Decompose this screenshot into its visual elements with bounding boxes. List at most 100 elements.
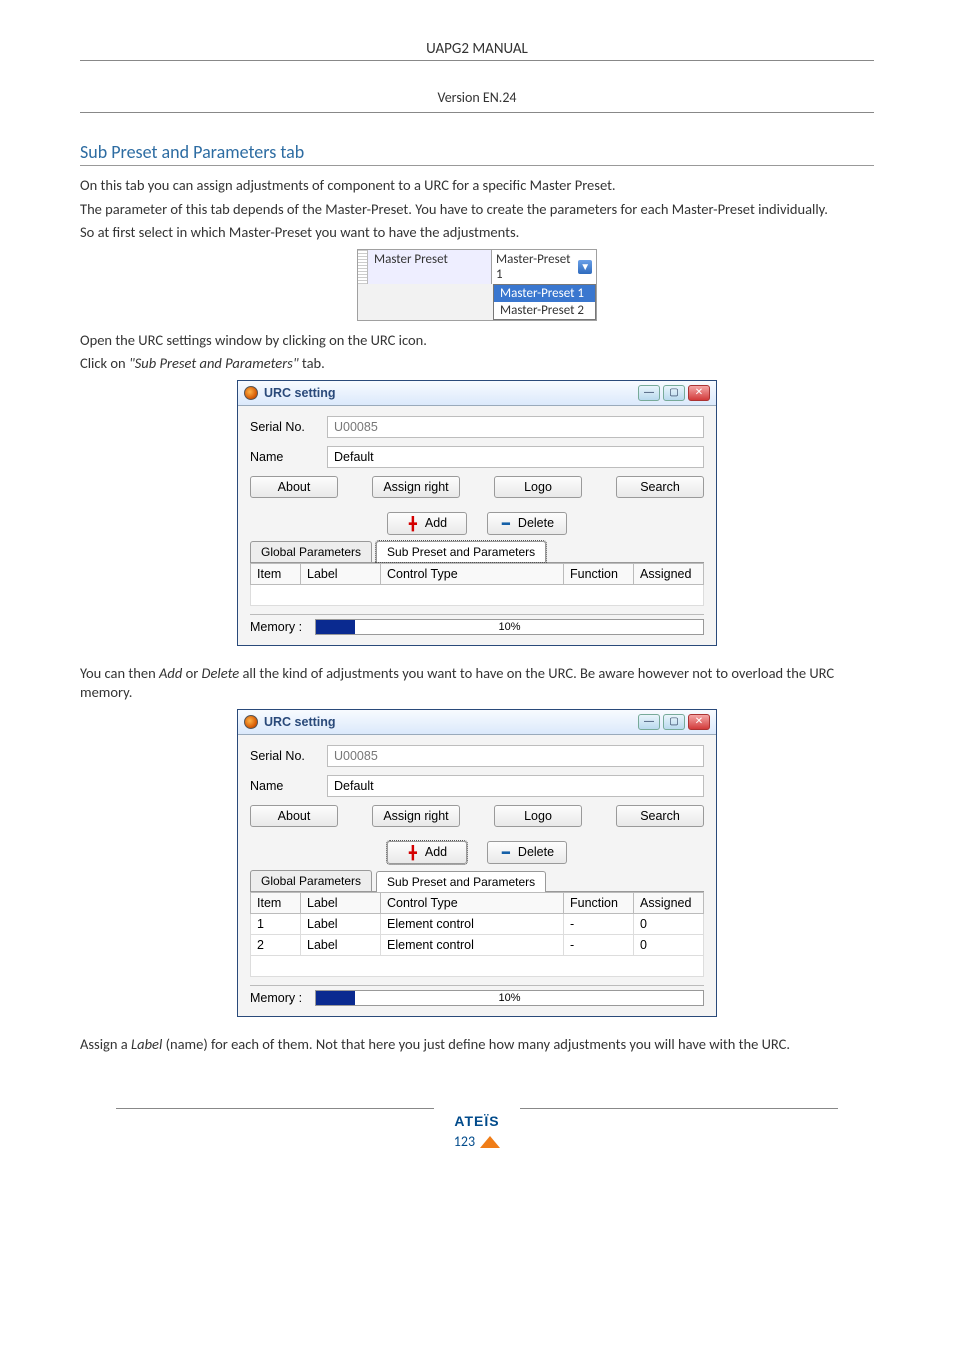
section-heading: Sub Preset and Parameters tab (80, 141, 874, 163)
cell-label[interactable]: Label (301, 934, 381, 955)
minus-icon: ━ (500, 516, 512, 531)
minimize-button[interactable]: — (638, 385, 660, 401)
para-5-mid: or (186, 664, 202, 682)
memory-bar: 10% (315, 619, 704, 635)
app-icon (244, 386, 258, 400)
master-preset-list[interactable]: Master-Preset 1 Master-Preset 2 (493, 284, 596, 320)
para-4b-quote: "Sub Preset and Parameters" (129, 354, 299, 372)
titlebar[interactable]: URC setting — ▢ ✕ (238, 710, 716, 735)
para-5-pre: You can then (80, 664, 159, 682)
para-1: On this tab you can assign adjustments o… (80, 176, 874, 196)
assign-right-button[interactable]: Assign right (372, 805, 460, 827)
col-assigned[interactable]: Assigned (634, 563, 704, 584)
close-button[interactable]: ✕ (688, 385, 710, 401)
name-input[interactable]: Default (327, 446, 704, 468)
para-6: Assign a Label (name) for each of them. … (80, 1035, 874, 1055)
add-button-label: Add (425, 845, 447, 859)
maximize-button[interactable]: ▢ (663, 714, 685, 730)
para-4b-pre: Click on (80, 354, 129, 372)
memory-label: Memory : (250, 620, 315, 634)
serial-input[interactable]: U00085 (327, 416, 704, 438)
chevron-down-icon[interactable]: ▼ (578, 260, 592, 274)
name-input[interactable]: Default (327, 775, 704, 797)
para-6-label: Label (131, 1035, 162, 1053)
header-rule (80, 60, 874, 61)
serial-input[interactable]: U00085 (327, 745, 704, 767)
plus-icon: ╋ (407, 516, 419, 531)
master-preset-option-2[interactable]: Master-Preset 2 (494, 302, 595, 319)
logo-button[interactable]: Logo (494, 805, 582, 827)
table-row (251, 955, 704, 976)
window-title: URC setting (264, 715, 336, 729)
para-5-add: Add (159, 664, 182, 682)
serial-label: Serial No. (250, 420, 315, 434)
col-control-type[interactable]: Control Type (381, 563, 564, 584)
para-6-pre: Assign a (80, 1035, 131, 1053)
table-row (251, 584, 704, 605)
para-5: You can then Add or Delete all the kind … (80, 664, 874, 703)
col-item[interactable]: Item (251, 892, 301, 913)
table-row[interactable]: 2 Label Element control - 0 (251, 934, 704, 955)
header-rule-2 (80, 112, 874, 113)
add-button[interactable]: ╋ Add (387, 841, 467, 864)
minimize-button[interactable]: — (638, 714, 660, 730)
col-item[interactable]: Item (251, 563, 301, 584)
about-button[interactable]: About (250, 476, 338, 498)
urc-settings-window-2: URC setting — ▢ ✕ Serial No. U00085 Name… (237, 709, 717, 1017)
para-6-post: (name) for each of them. Not that here y… (166, 1035, 791, 1053)
master-preset-dropdown[interactable]: Master Preset Master-Preset 1 ▼ Master-P… (357, 249, 597, 321)
name-label: Name (250, 450, 315, 464)
memory-label: Memory : (250, 991, 315, 1005)
delete-button[interactable]: ━ Delete (487, 841, 567, 864)
col-label[interactable]: Label (301, 563, 381, 584)
assign-right-button[interactable]: Assign right (372, 476, 460, 498)
cell-function: - (564, 913, 634, 934)
para-3: So at first select in which Master-Prese… (80, 223, 874, 243)
col-function[interactable]: Function (564, 563, 634, 584)
delete-button[interactable]: ━ Delete (487, 512, 567, 535)
tab-global-parameters[interactable]: Global Parameters (250, 870, 372, 891)
name-label: Name (250, 779, 315, 793)
master-preset-option-1[interactable]: Master-Preset 1 (494, 285, 595, 302)
search-button[interactable]: Search (616, 476, 704, 498)
cell-control[interactable]: Element control (381, 934, 564, 955)
close-button[interactable]: ✕ (688, 714, 710, 730)
add-button[interactable]: ╋ Add (387, 512, 467, 535)
maximize-button[interactable]: ▢ (663, 385, 685, 401)
about-button[interactable]: About (250, 805, 338, 827)
section-rule (80, 165, 874, 166)
parameters-table: Item Label Control Type Function Assigne… (250, 892, 704, 977)
memory-bar: 10% (315, 990, 704, 1006)
para-5-del: Delete (202, 664, 240, 682)
cell-item: 2 (251, 934, 301, 955)
cell-assigned: 0 (634, 934, 704, 955)
cell-function: - (564, 934, 634, 955)
titlebar[interactable]: URC setting — ▢ ✕ (238, 381, 716, 406)
col-label[interactable]: Label (301, 892, 381, 913)
col-assigned[interactable]: Assigned (634, 892, 704, 913)
col-function[interactable]: Function (564, 892, 634, 913)
col-control-type[interactable]: Control Type (381, 892, 564, 913)
master-preset-value[interactable]: Master-Preset 1 ▼ (491, 250, 596, 284)
footer-brand: ATEÏS (80, 1113, 874, 1129)
tab-sub-preset-parameters[interactable]: Sub Preset and Parameters (376, 871, 546, 892)
cell-control[interactable]: Element control (381, 913, 564, 934)
triangle-icon (480, 1136, 500, 1148)
cell-item: 1 (251, 913, 301, 934)
table-row[interactable]: 1 Label Element control - 0 (251, 913, 704, 934)
tab-global-parameters[interactable]: Global Parameters (250, 541, 372, 562)
master-preset-selected: Master-Preset 1 (496, 252, 578, 282)
cell-assigned: 0 (634, 913, 704, 934)
plus-icon: ╋ (407, 845, 419, 860)
page-number: 123 (454, 1133, 475, 1150)
para-4b: Click on "Sub Preset and Parameters" tab… (80, 354, 874, 374)
logo-button[interactable]: Logo (494, 476, 582, 498)
para-4a: Open the URC settings window by clicking… (80, 331, 874, 351)
tab-sub-preset-parameters[interactable]: Sub Preset and Parameters (376, 541, 546, 562)
parameters-table: Item Label Control Type Function Assigne… (250, 563, 704, 606)
window-title: URC setting (264, 386, 336, 400)
footer-page-number: 123 (80, 1133, 874, 1150)
search-button[interactable]: Search (616, 805, 704, 827)
cell-label[interactable]: Label (301, 913, 381, 934)
master-preset-label: Master Preset (368, 250, 491, 284)
